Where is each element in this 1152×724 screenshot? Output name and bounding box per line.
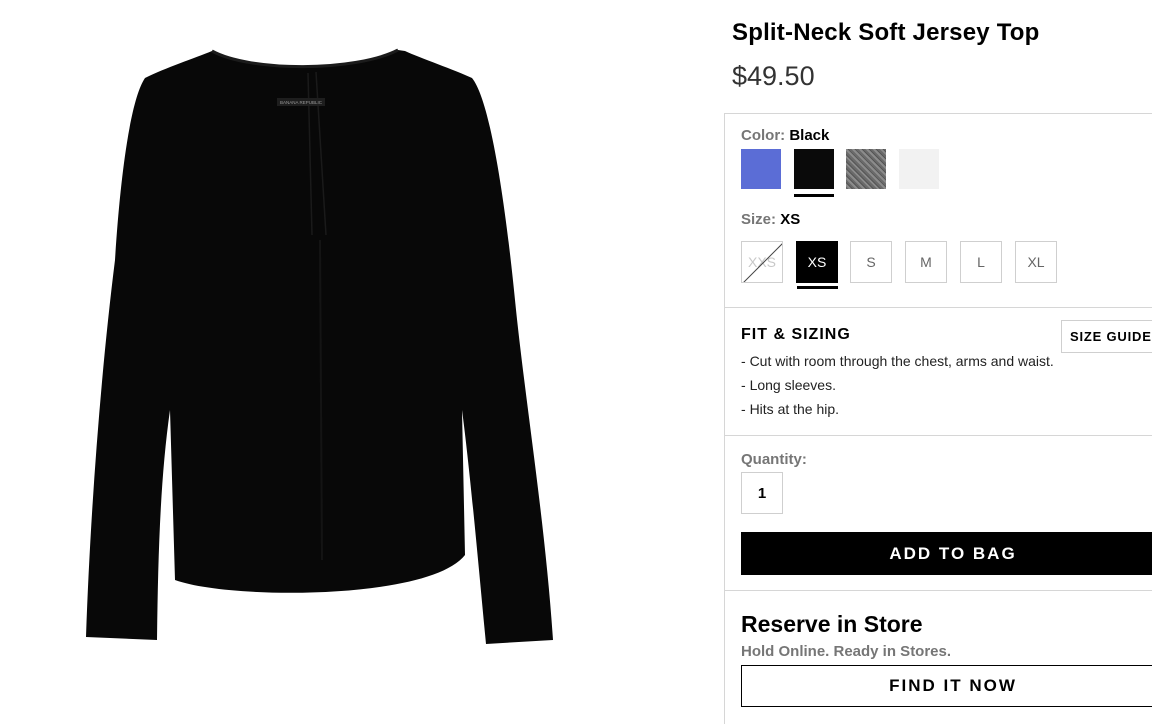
brand-label: BANANA REPUBLIC	[280, 100, 323, 105]
product-details: Split-Neck Soft Jersey Top $49.50 Color:…	[724, 0, 1152, 724]
fit-details-list: Cut with room through the chest, arms an…	[741, 351, 1054, 423]
color-swatch-black[interactable]	[794, 149, 834, 189]
size-option-l[interactable]: L	[960, 241, 1002, 283]
divider	[725, 435, 1152, 436]
size-option-label: XL	[1027, 254, 1045, 270]
size-guide-button[interactable]: SIZE GUIDE	[1061, 320, 1152, 353]
size-selected-value: XS	[780, 211, 801, 228]
size-option-xl[interactable]: XL	[1015, 241, 1057, 283]
black-top-image: BANANA REPUBLIC	[86, 48, 553, 644]
fit-detail-item: Cut with room through the chest, arms an…	[741, 351, 1054, 375]
size-option-xxs[interactable]: XXS	[741, 241, 783, 283]
color-label-row: Color: Black	[741, 127, 829, 144]
color-label: Color:	[741, 127, 786, 144]
sold-out-slash-icon	[743, 243, 782, 282]
selected-color-indicator	[794, 194, 834, 197]
size-option-label: M	[920, 254, 932, 270]
selected-size-indicator	[797, 286, 838, 289]
fit-detail-item: Hits at the hip.	[741, 399, 1054, 423]
quantity-input[interactable]: 1	[741, 472, 783, 514]
reserve-in-store-heading: Reserve in Store	[741, 611, 923, 637]
divider	[725, 307, 1152, 308]
size-option-label: S	[866, 254, 876, 270]
color-swatch-blue[interactable]	[741, 149, 781, 189]
reserve-subtitle: Hold Online. Ready in Stores.	[741, 643, 952, 660]
find-it-now-button[interactable]: FIND IT NOW	[741, 665, 1152, 707]
size-option-m[interactable]: M	[905, 241, 947, 283]
size-label: Size:	[741, 211, 777, 228]
quantity-label: Quantity:	[741, 451, 807, 468]
color-swatch-white[interactable]	[899, 149, 939, 189]
color-selected-value: Black	[789, 127, 830, 144]
divider	[725, 590, 1152, 591]
product-image[interactable]: BANANA REPUBLIC	[0, 0, 700, 711]
size-option-label: L	[977, 254, 985, 270]
size-option-xs[interactable]: XS	[796, 241, 838, 283]
add-to-bag-button[interactable]: ADD TO BAG	[741, 532, 1152, 575]
size-label-row: Size: XS	[741, 211, 800, 228]
color-swatch-heather-gray[interactable]	[846, 149, 886, 189]
product-price: $49.50	[732, 61, 815, 91]
fit-detail-item: Long sleeves.	[741, 375, 1054, 399]
fit-sizing-heading: FIT & SIZING	[741, 326, 851, 343]
size-option-label: XS	[807, 254, 827, 270]
size-option-s[interactable]: S	[850, 241, 892, 283]
product-title: Split-Neck Soft Jersey Top	[732, 19, 1040, 46]
purchase-panel: Color: Black Size: XS XXS XS S M L XL FI…	[724, 113, 1152, 724]
